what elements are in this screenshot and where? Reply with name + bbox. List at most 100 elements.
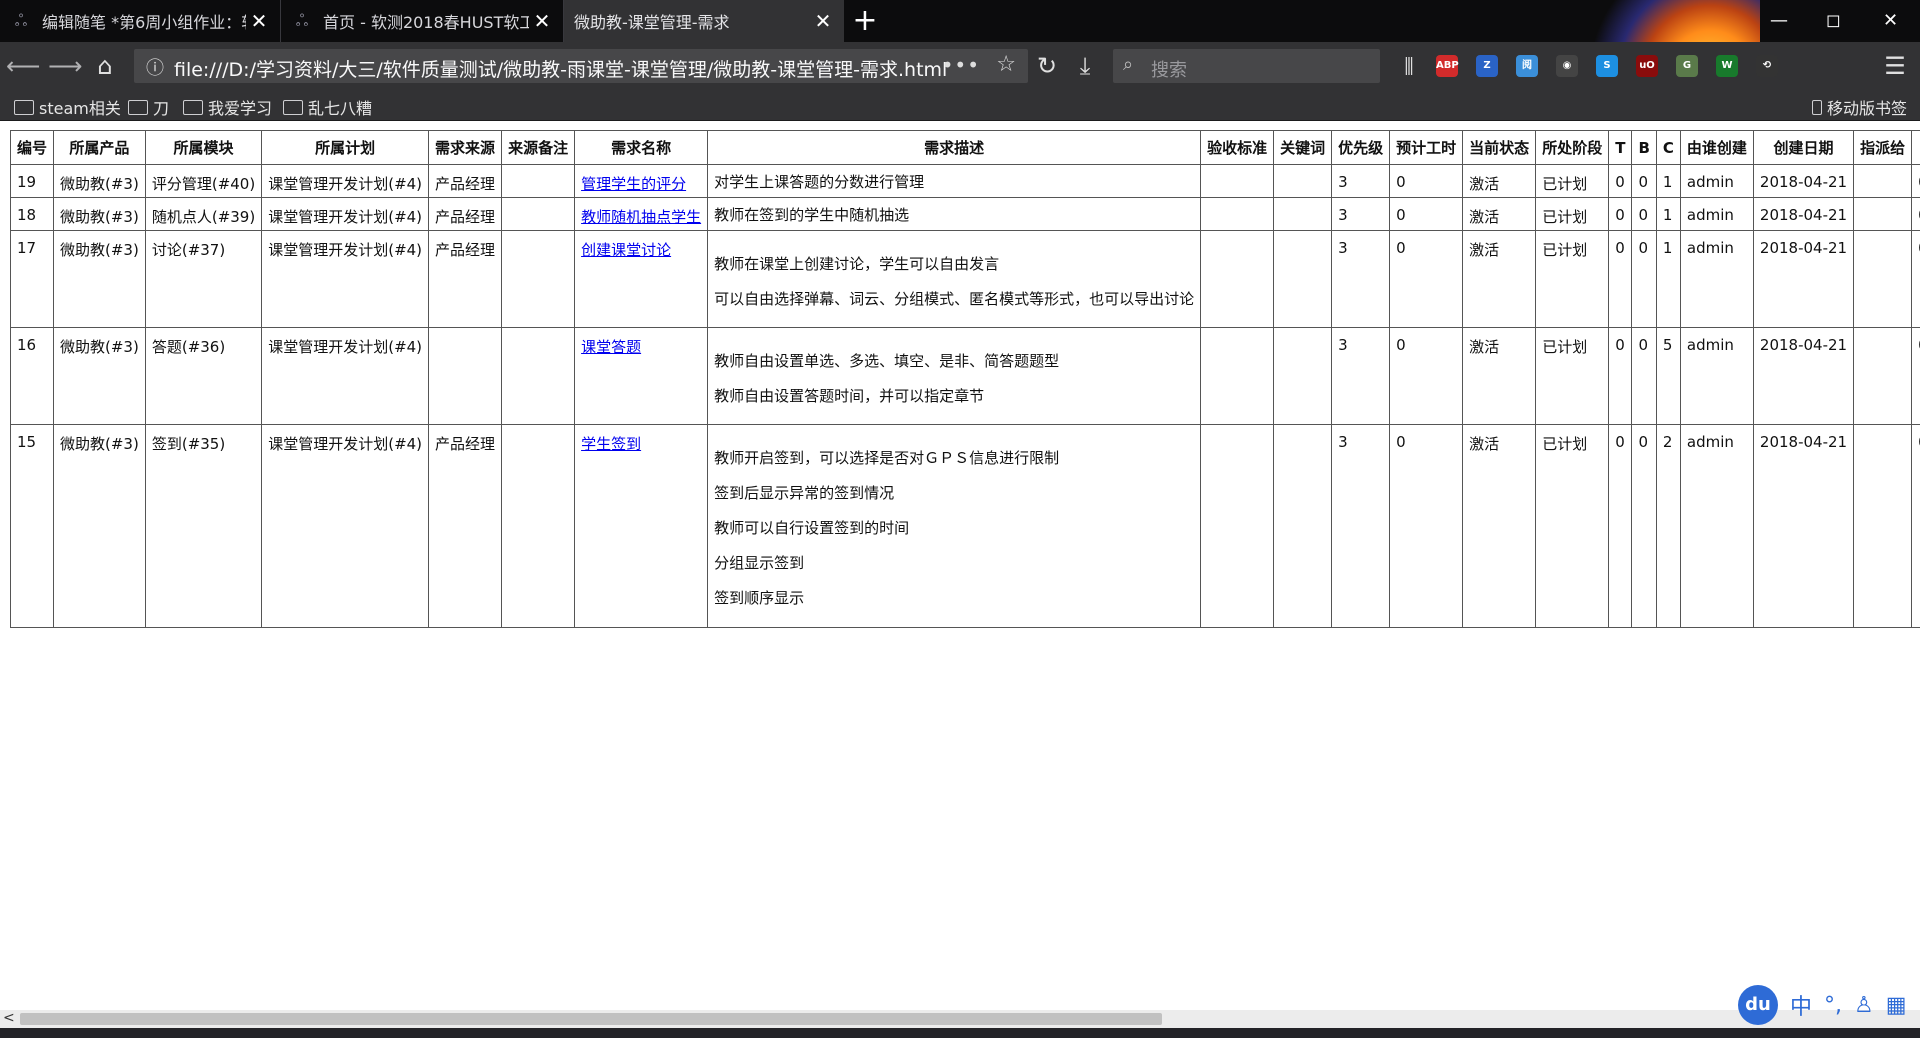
bottom-strip (0, 1028, 1920, 1038)
cell-t: 0 (1608, 424, 1633, 628)
cell-assigned (1853, 327, 1913, 425)
column-header: 需求来源 (428, 130, 503, 165)
cell-module: 答题(#36) (144, 327, 263, 425)
cell-t: 0 (1608, 230, 1633, 328)
column-header: 来源备注 (501, 130, 576, 165)
bookmark-folder-steam[interactable]: steam相关 (14, 95, 121, 119)
wot-icon[interactable]: W (1716, 55, 1738, 77)
search-box[interactable]: ⌕ 搜索 (1113, 49, 1380, 83)
cell-date: 2018-04-21 (1752, 424, 1855, 628)
search-placeholder: 搜索 (1151, 60, 1187, 81)
maximize-button[interactable]: ◻ (1826, 10, 1841, 31)
cell-t: 0 (1608, 164, 1633, 198)
google-icon[interactable]: G (1676, 55, 1698, 77)
tab-home[interactable]: ஃ 首页 - 软测2018春HUST软工1 ✕ (281, 0, 564, 42)
cell-c: 1 (1655, 197, 1681, 231)
skype-icon[interactable]: S (1596, 55, 1618, 77)
cell-desc: 教师在课堂上创建讨论，学生可以自由发言 可以自由选择弹幕、词云、分组模式、匿名模式… (707, 230, 1202, 328)
page-actions-icon[interactable]: ••• (942, 53, 980, 77)
requirement-link[interactable]: 管理学生的评分 (581, 175, 686, 193)
cell-source-note (501, 327, 576, 425)
cell-priority: 3 (1331, 164, 1391, 198)
bookmark-folder-dao[interactable]: 刀 (128, 95, 169, 119)
grid-icon[interactable]: ▦ (1886, 993, 1907, 1018)
close-window-button[interactable]: ✕ (1883, 10, 1898, 31)
cell-status: 激活 (1462, 230, 1537, 328)
download-button[interactable]: ⤓ (1068, 50, 1102, 82)
column-header: 所属模块 (144, 130, 263, 165)
close-icon[interactable]: ✕ (246, 9, 272, 33)
info-icon[interactable]: ⓘ (146, 54, 164, 80)
cnblogs-icon: ஃ (295, 11, 309, 30)
cell-id: 18 (9, 197, 55, 231)
home-button[interactable]: ⌂ (88, 50, 122, 82)
baidu-ime-icon[interactable]: du (1738, 985, 1778, 1025)
column-header: 编号 (9, 130, 55, 165)
bookmark-folder-study[interactable]: 我爱学习 (183, 95, 272, 119)
cell-estimate: 0 (1389, 230, 1464, 328)
bookmark-folder-misc[interactable]: 乱七八糟 (283, 95, 372, 119)
abp-icon[interactable]: ABP (1436, 55, 1459, 77)
tab-edit-post[interactable]: ஃ 编辑随笔 *第6周小组作业：软 ✕ (0, 0, 281, 42)
close-icon[interactable]: ✕ (810, 9, 836, 33)
readlater-icon[interactable]: 阅 (1516, 55, 1538, 77)
cell-acceptance (1200, 424, 1275, 628)
cell-desc: 教师开启签到，可以选择是否对ＧＰＳ信息进行限制 签到后显示异常的签到情况 教师可以自… (707, 424, 1202, 628)
scroll-left-icon[interactable]: < (3, 1010, 15, 1026)
forward-button[interactable]: ⟶ (48, 50, 82, 82)
bookmark-star-icon[interactable]: ☆ (996, 52, 1016, 77)
description-line: 对学生上课答题的分数进行管理 (714, 173, 925, 191)
description-line: 教师开启签到，可以选择是否对ＧＰＳ信息进行限制 (714, 449, 1060, 467)
cell-desc: 对学生上课答题的分数进行管理 (707, 164, 1202, 198)
cell-keywords (1273, 197, 1333, 231)
requirement-link[interactable]: 学生签到 (581, 435, 641, 453)
scrollbar-thumb[interactable] (20, 1013, 1162, 1025)
spy-icon[interactable]: ◉ (1556, 55, 1578, 77)
cell-date: 2018-04-21 (1752, 197, 1855, 231)
url-text[interactable]: file:///D:/学习资料/大三/软件质量测试/微助教-雨课堂-课堂管理/微… (174, 55, 947, 82)
bookmark-label: 乱七八糟 (308, 99, 373, 118)
url-bar[interactable]: ⓘ file:///D:/学习资料/大三/软件质量测试/微助教-雨课堂-课堂管理… (134, 49, 1028, 83)
cell-c: 5 (1655, 327, 1681, 425)
menu-button[interactable]: ☰ (1878, 50, 1912, 82)
tab-requirements[interactable]: 微助教-课堂管理-需求 ✕ (564, 0, 844, 42)
close-icon[interactable]: ✕ (529, 9, 555, 33)
cell-product: 微助教(#3) (53, 327, 146, 425)
cell-b: 0 (1631, 197, 1657, 231)
horizontal-scrollbar[interactable]: < (0, 1010, 1920, 1028)
description-line: 分组显示签到 (714, 554, 805, 572)
requirement-link[interactable]: 教师随机抽点学生 (581, 208, 701, 226)
ime-mode[interactable]: 中 (1790, 989, 1812, 1021)
cell-status: 激活 (1462, 424, 1537, 628)
cell-priority: 3 (1331, 197, 1391, 231)
cell-b: 0 (1631, 424, 1657, 628)
tab-title: 编辑随笔 *第6周小组作业：软 (42, 13, 246, 32)
new-tab-button[interactable]: + (850, 6, 880, 36)
translate-icon[interactable]: Z (1476, 55, 1498, 77)
cell-date: 2018-04-21 (1752, 327, 1855, 425)
requirement-link[interactable]: 课堂答题 (581, 338, 641, 356)
cell-name: 教师随机抽点学生 (574, 197, 709, 231)
cell-name: 学生签到 (574, 424, 709, 628)
table-row: 16 微助教(#3) 答题(#36) 课堂管理开发计划(#4) 课堂答题 教师自由设置单选… (9, 327, 1920, 425)
mobile-bookmarks[interactable]: 移动版书签 (1812, 95, 1907, 119)
library-icon[interactable]: ⫼ (1392, 50, 1426, 82)
back-button[interactable]: ⟵ (6, 50, 40, 82)
ublock-icon[interactable]: uO (1636, 55, 1658, 77)
reload-button[interactable]: ↻ (1030, 50, 1064, 82)
column-header: 验收标准 (1200, 130, 1275, 165)
cell-acceptance (1200, 327, 1275, 425)
ime-punct[interactable]: °, (1824, 993, 1842, 1018)
cell-t: 0 (1608, 197, 1633, 231)
requirement-link[interactable]: 创建课堂讨论 (581, 241, 671, 259)
description-line: 签到顺序显示 (714, 589, 805, 607)
user-icon[interactable]: ♙ (1854, 993, 1874, 1018)
cell-id: 15 (9, 424, 55, 628)
tab-title: 微助教-课堂管理-需求 (574, 13, 730, 32)
bookmarks-toolbar: steam相关 刀 我爱学习 乱七八糟 移动版书签 (0, 90, 1920, 121)
cell-assigned (1853, 197, 1913, 231)
cell-b: 0 (1631, 230, 1657, 328)
description-line: 签到后显示异常的签到情况 (714, 484, 895, 502)
sync-icon[interactable]: ⟲ (1756, 55, 1778, 77)
minimize-button[interactable]: — (1770, 10, 1788, 31)
